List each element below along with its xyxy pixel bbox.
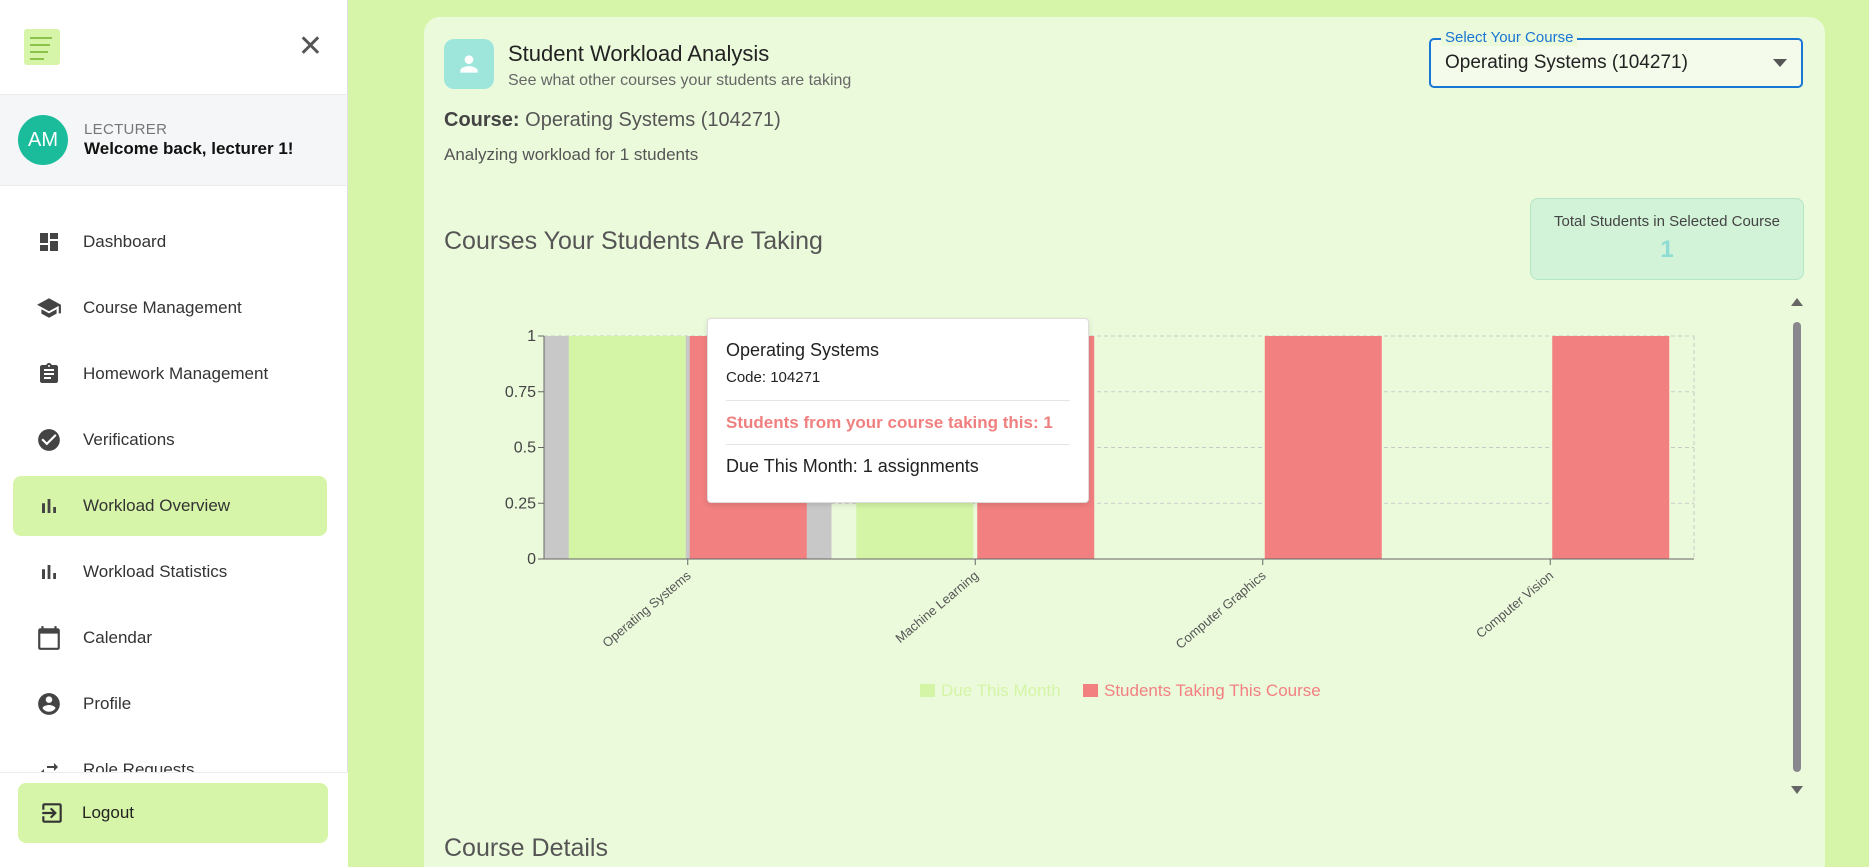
sidebar-header: ✕	[0, 0, 347, 95]
course-select[interactable]: Select Your Course Operating Systems (10…	[1429, 29, 1803, 88]
page-subtitle: See what other courses your students are…	[508, 72, 852, 89]
avatar: AM	[18, 115, 68, 165]
logout-icon	[38, 799, 66, 827]
sidebar-item-workload-statistics[interactable]: Workload Statistics	[13, 542, 327, 602]
sidebar-item-label: Calendar	[83, 628, 152, 647]
sidebar-item-profile[interactable]: Profile	[13, 674, 327, 734]
calendar-icon	[35, 624, 63, 652]
sidebar-item-verifications[interactable]: Verifications	[13, 410, 327, 470]
user-role: LECTURER	[84, 121, 168, 138]
chart-scrollbar[interactable]	[1791, 298, 1803, 794]
sidebar-item-workload-overview[interactable]: Workload Overview	[13, 476, 327, 536]
user-panel: AM LECTURER Welcome back, lecturer 1!	[0, 95, 347, 186]
logout-button[interactable]: Logout	[18, 783, 328, 843]
workload-bar-chart: 0 0.25 0.5 0.75 1 Operating Systems Machine Le…	[505, 328, 1695, 700]
total-students-card: Total Students in Selected Course 1	[1530, 198, 1804, 280]
logout-label: Logout	[82, 803, 134, 822]
close-icon[interactable]: ✕	[298, 32, 323, 62]
sidebar-item-label: Profile	[83, 694, 132, 713]
y-tick-label: 0.25	[505, 495, 536, 512]
course-select-value: Operating Systems (104271)	[1445, 52, 1688, 73]
bar-students-taking	[1552, 336, 1670, 559]
x-tick-label: Computer Graphics	[1173, 567, 1269, 651]
scroll-down-icon[interactable]	[1791, 786, 1803, 794]
sidebar-item-label: Workload Overview	[83, 496, 231, 515]
y-tick-label: 0.75	[505, 384, 536, 401]
sidebar-item-label: Role Requests	[83, 760, 195, 772]
y-tick-label: 1	[527, 328, 536, 345]
assignment-icon	[35, 360, 63, 388]
sidebar-item-label: Course Management	[83, 298, 242, 317]
sidebar-nav: Dashboard Course Management Homework Man…	[0, 186, 347, 772]
section-title: Courses Your Students Are Taking	[444, 227, 823, 255]
welcome-text: Welcome back, lecturer 1!	[84, 139, 294, 158]
scrollbar-thumb[interactable]	[1793, 322, 1801, 772]
course-info: Course: Operating Systems (104271)	[444, 109, 781, 132]
sidebar-item-calendar[interactable]: Calendar	[13, 608, 327, 668]
tooltip-students: Students from your course taking this: 1	[726, 413, 1070, 445]
course-details-title: Course Details	[444, 834, 608, 862]
scroll-up-icon[interactable]	[1791, 298, 1803, 306]
legend-swatch-students	[1083, 684, 1098, 697]
workload-card: Student Workload Analysis See what other…	[424, 17, 1825, 867]
x-tick-label: Machine Learning	[892, 568, 981, 646]
tooltip-course-code: Code: 104271	[726, 369, 1070, 401]
y-tick-label: 0.5	[514, 440, 536, 457]
sidebar-item-role-requests[interactable]: Role Requests	[13, 740, 327, 772]
check-circle-icon	[35, 426, 63, 454]
account-circle-icon	[35, 690, 63, 718]
sidebar-item-label: Workload Statistics	[83, 562, 228, 581]
logout-area: Logout	[0, 772, 348, 867]
legend-label-due: Due This Month	[941, 681, 1061, 700]
school-icon	[35, 294, 63, 322]
sidebar-item-dashboard[interactable]: Dashboard	[13, 212, 327, 272]
sidebar-item-label: Verifications	[83, 430, 175, 449]
course-value: Operating Systems (104271)	[525, 109, 781, 131]
sidebar-item-homework-management[interactable]: Homework Management	[13, 344, 327, 404]
person-icon	[444, 39, 494, 89]
bar-students-taking	[1264, 336, 1382, 559]
y-tick-label: 0	[527, 551, 536, 568]
course-select-label: Select Your Course	[1441, 29, 1578, 46]
bar-chart-icon	[35, 558, 63, 586]
total-students-value: 1	[1660, 236, 1674, 263]
sidebar: ✕ AM LECTURER Welcome back, lecturer 1! …	[0, 0, 348, 867]
sidebar-item-course-management[interactable]: Course Management	[13, 278, 327, 338]
bar-due-this-month	[568, 336, 686, 559]
analyzing-text: Analyzing workload for 1 students	[444, 145, 699, 164]
x-tick-label: Operating Systems	[599, 567, 694, 650]
bar-chart-icon	[35, 492, 63, 520]
total-students-label: Total Students in Selected Course	[1554, 213, 1780, 230]
sidebar-item-label: Homework Management	[83, 364, 269, 383]
course-label: Course:	[444, 109, 520, 131]
tooltip-due: Due This Month: 1 assignments	[726, 456, 979, 476]
app-logo-icon	[24, 29, 60, 65]
legend-label-students: Students Taking This Course	[1104, 681, 1321, 700]
x-tick-label: Computer Vision	[1473, 568, 1556, 641]
swap-icon	[35, 756, 63, 772]
chart-tooltip: Operating Systems Code: 104271 Students …	[707, 318, 1089, 503]
chevron-down-icon	[1773, 59, 1787, 67]
legend-swatch-due	[920, 684, 935, 697]
sidebar-item-label: Dashboard	[83, 232, 167, 251]
page-title: Student Workload Analysis	[508, 41, 770, 66]
tooltip-course-name: Operating Systems	[726, 340, 880, 360]
dashboard-icon	[35, 228, 63, 256]
